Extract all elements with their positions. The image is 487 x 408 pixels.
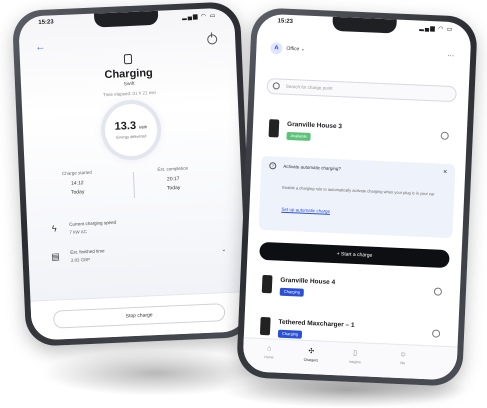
status-badge: Available [286, 131, 311, 141]
account-name: Office ⌄ [286, 45, 306, 53]
stat-time: 14:12 [70, 180, 84, 187]
power-icon[interactable] [206, 34, 218, 45]
status-icons: ▂▄▆ ◠ ▭ [181, 13, 217, 21]
tab-home[interactable]: ⌂ Home [249, 344, 290, 360]
divider [132, 171, 136, 198]
card-body: Enable a charging rule to automatically … [282, 184, 435, 197]
gauge-label: Energy delivered [116, 133, 147, 140]
setup-link[interactable]: Set up automatic charge [281, 207, 330, 214]
tab-me[interactable]: ☺ Me [383, 350, 424, 366]
tab-chargers[interactable]: ✣ Chargers [291, 346, 332, 363]
stat-day: Today [166, 184, 181, 192]
start-charge-button[interactable]: + Start a charge [259, 241, 450, 269]
gauge-value: 13.3 kWh [114, 119, 148, 133]
auto-charge-card: ? Activate automatic charging? × Enable … [258, 155, 456, 239]
charge-started-stat: Charge started 14:12 Today [47, 169, 108, 197]
account-switcher[interactable]: A Office ⌄ [270, 42, 305, 56]
energy-gauge: 13.3 kWh Energy delivered [103, 102, 159, 158]
row-title: Est. finished time [70, 248, 105, 255]
more-icon[interactable]: ⋯ [447, 52, 454, 60]
completion-stat: Est. completion 20:17 Today [143, 165, 204, 193]
search-placeholder: Search for charge point [285, 83, 333, 91]
search-input[interactable]: Search for charge point [266, 77, 457, 103]
stat-day: Today [70, 189, 85, 196]
back-arrow-icon[interactable]: ← [35, 42, 45, 53]
phone-charger-list: 15:23 ▂▄▆ ◠ ▭ A Office ⌄ ⋯ Search for ch… [236, 7, 478, 387]
chevron-down-icon: ⌄ [221, 247, 227, 254]
home-icon: ⌂ [267, 345, 272, 353]
charger-name: Granville House 3 [286, 120, 343, 131]
insights-icon: ▯ [353, 349, 358, 358]
charger-icon [259, 316, 271, 336]
info-icon[interactable] [440, 131, 449, 140]
plug-icon [123, 53, 133, 65]
profile-icon: ☺ [399, 351, 407, 359]
help-icon: ? [269, 162, 277, 170]
status-icons: ▂▄▆ ◠ ▭ [419, 25, 454, 34]
chargers-screen: 15:23 ▂▄▆ ◠ ▭ A Office ⌄ ⋯ Search for ch… [242, 13, 472, 381]
charging-screen: 15:23 ▂▄▆ ◠ ▭ ← Charging Swift Time elap… [18, 7, 248, 341]
cost-row[interactable]: ▤ Est. finished time 3.83 GBP ⌄ [50, 240, 227, 274]
tab-insights[interactable]: ▯ Insights [335, 348, 376, 365]
charger-icon [268, 119, 280, 138]
charger-name: Tethered Maxcharger – 1 [278, 318, 355, 330]
search-icon [272, 82, 280, 90]
row-title: Current charging speed [69, 219, 117, 227]
receipt-icon: ▤ [51, 251, 60, 262]
charger-item[interactable]: Granville House 3 Available [264, 116, 455, 158]
info-icon[interactable] [431, 329, 441, 338]
status-time: 15:23 [38, 19, 54, 26]
stat-label: Est. completion [157, 165, 189, 172]
stop-charge-button[interactable]: Stop charge [52, 303, 226, 329]
charger-item[interactable]: Granville House 4 Charging [257, 272, 448, 314]
charger-icon [261, 274, 273, 294]
stat-time: 20:17 [166, 175, 180, 183]
status-time: 15:23 [277, 18, 294, 26]
stat-label: Charge started [61, 169, 92, 177]
status-badge: Charging [279, 287, 305, 297]
row-value: 3.83 GBP [70, 256, 91, 263]
row-value: 7 kW AC [69, 229, 88, 235]
status-badge: Charging [277, 329, 303, 339]
close-icon[interactable]: × [443, 169, 447, 176]
chargers-icon: ✣ [308, 348, 315, 356]
charger-name: Granville House 4 [280, 276, 336, 287]
info-icon[interactable] [433, 287, 443, 296]
lightning-icon: ϟ [51, 223, 57, 234]
bottom-bar: Stop charge [30, 291, 248, 341]
phone-charging-session: 15:23 ▂▄▆ ◠ ▭ ← Charging Swift Time elap… [11, 1, 255, 347]
card-heading: Activate automatic charging? [283, 163, 342, 172]
avatar: A [270, 42, 283, 55]
